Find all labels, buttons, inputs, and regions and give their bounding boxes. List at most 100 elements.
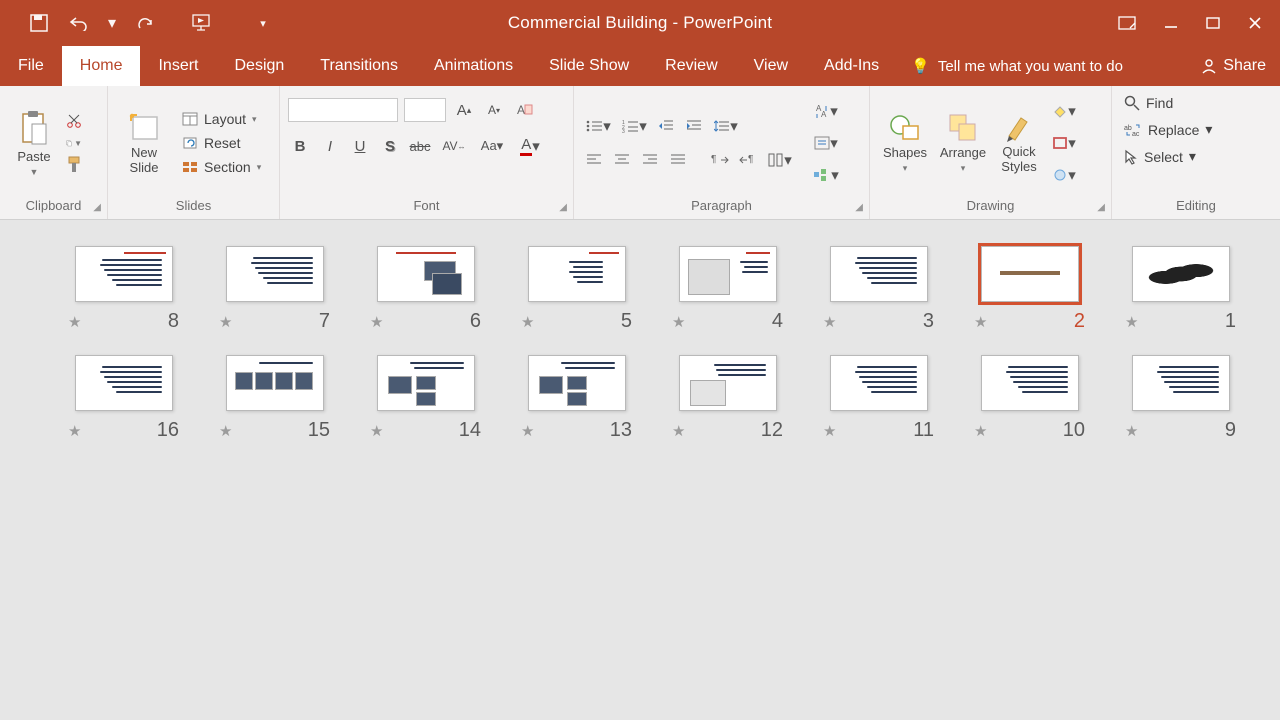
font-size-combo[interactable] xyxy=(404,98,446,122)
ribbon-display-options-icon[interactable] xyxy=(1118,16,1136,30)
slide-thumb-6[interactable]: ★6 xyxy=(350,246,501,333)
ltr-text-icon[interactable]: ¶ xyxy=(708,148,732,172)
transition-star-icon[interactable]: ★ xyxy=(974,422,987,440)
bold-icon[interactable]: B xyxy=(288,134,312,158)
slide-thumbnail[interactable] xyxy=(226,355,324,411)
slide-thumbnail[interactable] xyxy=(830,246,928,302)
transition-star-icon[interactable]: ★ xyxy=(823,422,836,440)
transition-star-icon[interactable]: ★ xyxy=(1125,313,1138,331)
dialog-launcher-icon[interactable]: ◢ xyxy=(855,202,863,213)
decrease-indent-icon[interactable] xyxy=(654,114,678,138)
close-icon[interactable] xyxy=(1248,16,1262,30)
strikethrough-icon[interactable]: abc xyxy=(408,134,432,158)
transition-star-icon[interactable]: ★ xyxy=(521,422,534,440)
dialog-launcher-icon[interactable]: ◢ xyxy=(1097,202,1105,213)
slide-thumbnail[interactable] xyxy=(830,355,928,411)
decrease-font-icon[interactable]: A▾ xyxy=(482,98,506,122)
tab-insert[interactable]: Insert xyxy=(140,46,216,86)
slide-thumb-13[interactable]: ★13 xyxy=(501,355,652,442)
arrange-button[interactable]: Arrange▾ xyxy=(934,112,992,174)
slide-thumbnail[interactable] xyxy=(377,246,475,302)
tab-slideshow[interactable]: Slide Show xyxy=(531,46,647,86)
transition-star-icon[interactable]: ★ xyxy=(974,313,987,331)
slide-thumb-14[interactable]: ★14 xyxy=(350,355,501,442)
quick-styles-button[interactable]: Quick Styles xyxy=(994,112,1044,174)
slide-sorter[interactable]: ★1★2★3★4★5★6★7★8★9★10★11★12★13★14★15★16 xyxy=(0,220,1280,474)
shadow-icon[interactable]: S xyxy=(378,134,402,158)
align-left-icon[interactable] xyxy=(582,148,606,172)
transition-star-icon[interactable]: ★ xyxy=(823,313,836,331)
tab-file[interactable]: File xyxy=(0,46,62,86)
italic-icon[interactable]: I xyxy=(318,134,342,158)
justify-icon[interactable] xyxy=(666,148,690,172)
save-icon[interactable] xyxy=(28,12,50,34)
section-button[interactable]: Section▾ xyxy=(178,158,265,176)
slide-thumb-11[interactable]: ★11 xyxy=(803,355,954,442)
slide-thumbnail[interactable] xyxy=(981,246,1079,302)
tab-transitions[interactable]: Transitions xyxy=(302,46,416,86)
increase-indent-icon[interactable] xyxy=(682,114,706,138)
align-right-icon[interactable] xyxy=(638,148,662,172)
slide-thumb-9[interactable]: ★9 xyxy=(1105,355,1256,442)
minimize-icon[interactable] xyxy=(1164,16,1178,30)
transition-star-icon[interactable]: ★ xyxy=(68,422,81,440)
slide-thumb-15[interactable]: ★15 xyxy=(199,355,350,442)
transition-star-icon[interactable]: ★ xyxy=(219,422,232,440)
slide-thumb-4[interactable]: ★4 xyxy=(652,246,803,333)
transition-star-icon[interactable]: ★ xyxy=(521,313,534,331)
transition-star-icon[interactable]: ★ xyxy=(672,313,685,331)
undo-icon[interactable] xyxy=(68,12,90,34)
format-painter-icon[interactable] xyxy=(66,157,82,173)
tab-home[interactable]: Home xyxy=(62,46,141,86)
slide-thumb-12[interactable]: ★12 xyxy=(652,355,803,442)
layout-button[interactable]: Layout▾ xyxy=(178,110,265,128)
reset-button[interactable]: Reset xyxy=(178,134,265,152)
slide-thumbnail[interactable] xyxy=(226,246,324,302)
cut-icon[interactable] xyxy=(66,113,82,129)
tab-design[interactable]: Design xyxy=(216,46,302,86)
shapes-button[interactable]: Shapes▾ xyxy=(878,112,932,174)
clear-formatting-icon[interactable]: A xyxy=(512,98,536,122)
text-direction-icon[interactable]: AA▾ xyxy=(810,99,842,123)
slide-thumbnail[interactable] xyxy=(377,355,475,411)
columns-icon[interactable]: ▾ xyxy=(764,148,796,172)
replace-button[interactable]: abacReplace ▾ xyxy=(1120,120,1216,139)
copy-icon[interactable]: ▼ xyxy=(66,135,82,151)
start-from-beginning-icon[interactable] xyxy=(192,12,214,34)
slide-thumbnail[interactable] xyxy=(679,246,777,302)
smartart-convert-icon[interactable]: ▾ xyxy=(810,163,842,187)
transition-star-icon[interactable]: ★ xyxy=(370,313,383,331)
slide-thumbnail[interactable] xyxy=(528,246,626,302)
slide-thumbnail[interactable] xyxy=(1132,355,1230,411)
font-name-combo[interactable] xyxy=(288,98,398,122)
increase-font-icon[interactable]: A▴ xyxy=(452,98,476,122)
shape-outline-icon[interactable]: ▾ xyxy=(1048,131,1080,155)
select-button[interactable]: Select ▾ xyxy=(1120,147,1200,166)
transition-star-icon[interactable]: ★ xyxy=(1125,422,1138,440)
maximize-icon[interactable] xyxy=(1206,16,1220,30)
redo-icon[interactable] xyxy=(134,12,156,34)
dialog-launcher-icon[interactable]: ◢ xyxy=(93,202,101,213)
align-text-icon[interactable]: ▾ xyxy=(810,131,842,155)
shape-fill-icon[interactable]: ▾ xyxy=(1048,99,1080,123)
tell-me-search[interactable]: 💡 Tell me what you want to do xyxy=(897,46,1187,86)
line-spacing-icon[interactable]: ▾ xyxy=(710,114,742,138)
slide-thumb-10[interactable]: ★10 xyxy=(954,355,1105,442)
slide-thumbnail[interactable] xyxy=(981,355,1079,411)
shape-effects-icon[interactable]: ▾ xyxy=(1048,163,1080,187)
paste-button[interactable]: Paste ▼ xyxy=(8,110,60,177)
bullets-icon[interactable]: ▾ xyxy=(582,114,614,138)
transition-star-icon[interactable]: ★ xyxy=(672,422,685,440)
transition-star-icon[interactable]: ★ xyxy=(370,422,383,440)
slide-thumbnail[interactable] xyxy=(1132,246,1230,302)
new-slide-button[interactable]: New Slide xyxy=(116,111,172,176)
transition-star-icon[interactable]: ★ xyxy=(219,313,232,331)
slide-thumbnail[interactable] xyxy=(75,355,173,411)
slide-thumbnail[interactable] xyxy=(528,355,626,411)
dialog-launcher-icon[interactable]: ◢ xyxy=(559,202,567,213)
slide-thumbnail[interactable] xyxy=(75,246,173,302)
slide-thumb-8[interactable]: ★8 xyxy=(48,246,199,333)
tab-view[interactable]: View xyxy=(736,46,806,86)
find-button[interactable]: Find xyxy=(1120,94,1177,112)
slide-thumbnail[interactable] xyxy=(679,355,777,411)
